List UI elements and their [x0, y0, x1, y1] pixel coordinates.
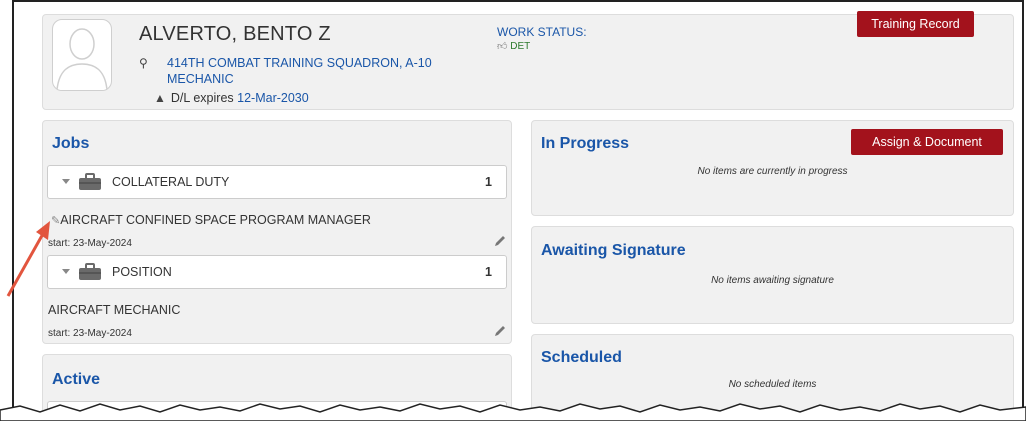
- work-status: WORK STATUS: 👍︎ DET: [497, 25, 587, 52]
- app-window: ALVERTO, BENTO Z ⚲ 414TH COMBAT TRAINING…: [12, 0, 1024, 421]
- license-prefix: D/L expires: [170, 91, 234, 105]
- pencil-icon[interactable]: [493, 234, 507, 248]
- job-item[interactable]: ✎AIRCRAFT CONFINED SPACE PROGRAM MANAGER: [51, 213, 371, 227]
- briefcase-icon: [79, 173, 101, 190]
- job-group-position[interactable]: POSITION 1: [47, 255, 507, 289]
- thumbs-up-icon: 👍︎: [497, 41, 508, 52]
- awaiting-signature-empty: No items awaiting signature: [711, 275, 834, 286]
- awaiting-signature-panel: Awaiting Signature No items awaiting sig…: [531, 226, 1014, 324]
- torn-edge: [0, 403, 1026, 421]
- job-group-count: 1: [485, 265, 492, 279]
- awaiting-signature-title: Awaiting Signature: [541, 242, 686, 259]
- unit-link[interactable]: ⚲ 414TH COMBAT TRAINING SQUADRON, A-10 M…: [139, 55, 484, 87]
- pencil-icon[interactable]: [493, 324, 507, 338]
- callout-arrow-icon: [6, 221, 50, 297]
- training-record-button[interactable]: Training Record: [857, 11, 974, 37]
- job-group-label: COLLATERAL DUTY: [112, 175, 230, 189]
- map-pin-icon: ⚲: [139, 56, 148, 70]
- license-date[interactable]: 12-Mar-2030: [237, 91, 309, 105]
- assign-document-button[interactable]: Assign & Document: [851, 129, 1003, 155]
- jobs-panel: Jobs COLLATERAL DUTY 1 ✎AIRCRAFT CONFINE…: [42, 120, 512, 344]
- person-name: ALVERTO, BENTO Z: [139, 23, 331, 45]
- license-expiry: ▲ D/L expires 12-Mar-2030: [154, 91, 309, 105]
- job-item-title: AIRCRAFT CONFINED SPACE PROGRAM MANAGER: [60, 213, 371, 227]
- scheduled-empty: No scheduled items: [728, 379, 817, 390]
- work-status-value: 👍︎ DET: [497, 40, 587, 52]
- briefcase-icon: [79, 263, 101, 280]
- unit-text[interactable]: 414TH COMBAT TRAINING SQUADRON, A-10 MEC…: [154, 55, 484, 87]
- job-group-label: POSITION: [112, 265, 172, 279]
- work-status-text: DET: [510, 41, 531, 52]
- job-group-count: 1: [485, 175, 492, 189]
- scheduled-title: Scheduled: [541, 349, 622, 366]
- active-title: Active: [52, 371, 101, 388]
- road-icon: ▲: [154, 91, 166, 105]
- in-progress-empty: No items are currently in progress: [697, 166, 848, 177]
- in-progress-title: In Progress: [541, 135, 630, 152]
- job-item-start: start: 23-May-2024: [48, 328, 132, 339]
- work-status-label: WORK STATUS:: [497, 25, 587, 39]
- job-group-collateral-duty[interactable]: COLLATERAL DUTY 1: [47, 165, 507, 199]
